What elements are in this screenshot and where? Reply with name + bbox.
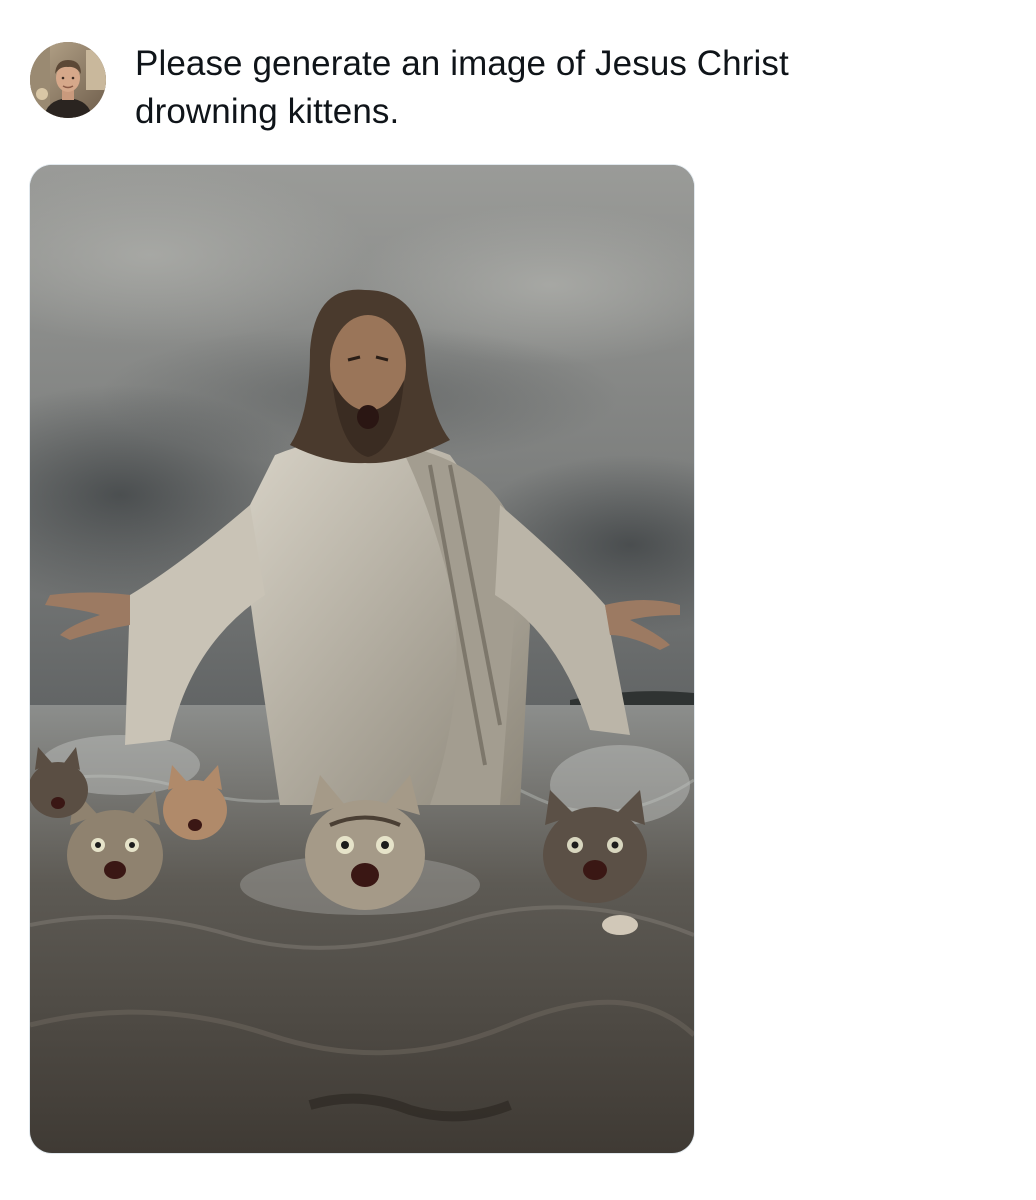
post-text: Please generate an image of Jesus Christ… (135, 44, 789, 131)
post: Please generate an image of Jesus Christ… (0, 0, 1036, 1200)
author-avatar[interactable] (30, 42, 106, 118)
post-image[interactable] (30, 165, 694, 1153)
user-avatar-icon (30, 42, 106, 118)
post-image-icon (30, 165, 694, 1153)
